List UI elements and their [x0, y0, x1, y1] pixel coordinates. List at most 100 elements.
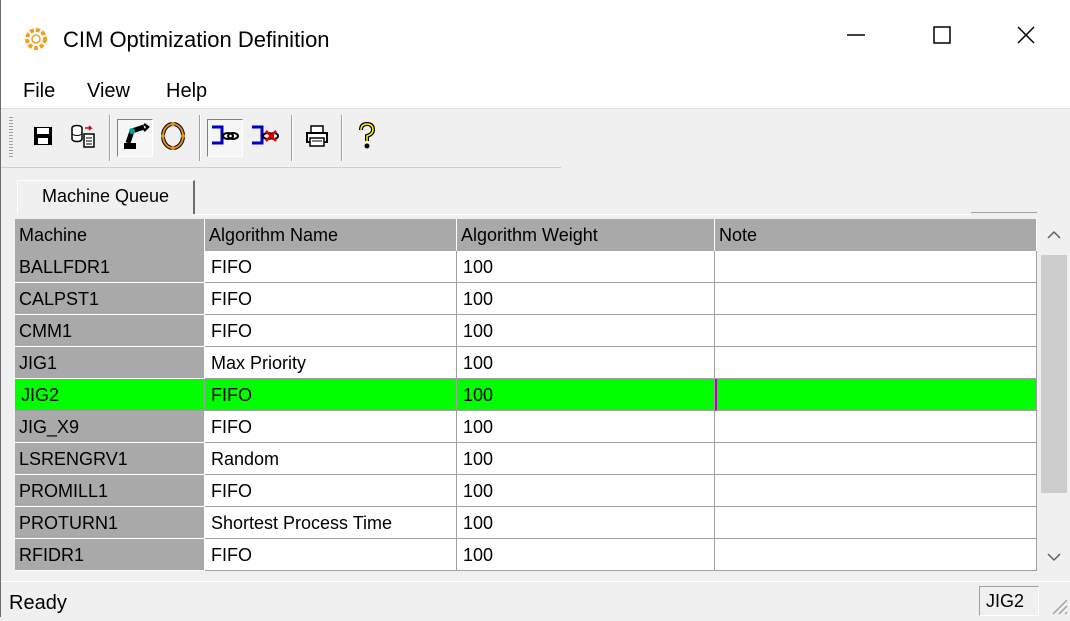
export-button[interactable] — [65, 119, 101, 157]
toolbar-separator — [109, 115, 111, 161]
help-icon — [357, 121, 377, 155]
cell-note[interactable] — [715, 539, 1037, 571]
cell-algorithm[interactable]: Random — [205, 443, 457, 475]
menu-file[interactable]: File — [23, 78, 55, 104]
cell-algorithm[interactable]: FIFO — [205, 411, 457, 443]
table-row[interactable]: RFIDR1 FIFO 100 — [15, 539, 1037, 571]
unlink-icon — [250, 123, 280, 154]
cell-weight[interactable]: 100 — [457, 347, 715, 379]
cell-weight[interactable]: 100 — [457, 539, 715, 571]
cell-note[interactable] — [715, 251, 1037, 283]
cell-algorithm[interactable]: FIFO — [205, 251, 457, 283]
cell-weight[interactable]: 100 — [457, 475, 715, 507]
cell-note[interactable] — [715, 443, 1037, 475]
cell-note[interactable] — [715, 379, 1037, 411]
tab-divider — [971, 212, 1037, 213]
table-row[interactable]: PROMILL1 FIFO 100 — [15, 475, 1037, 507]
cell-machine[interactable]: JIG1 — [15, 347, 205, 379]
machine-queue-grid[interactable]: Machine Algorithm Name Algorithm Weight … — [15, 219, 1037, 575]
print-icon — [305, 124, 329, 153]
cell-algorithm[interactable]: Shortest Process Time — [205, 507, 457, 539]
cell-algorithm[interactable]: FIFO — [205, 539, 457, 571]
status-selection-pane: JIG2 — [979, 586, 1039, 616]
cell-note[interactable] — [715, 347, 1037, 379]
table-row[interactable]: BALLFDR1 FIFO 100 — [15, 251, 1037, 283]
unlink-button[interactable] — [247, 119, 283, 157]
link-icon — [210, 123, 240, 154]
column-header-note[interactable]: Note — [715, 219, 1037, 251]
tab-machine-queue[interactable]: Machine Queue — [17, 180, 195, 214]
print-button[interactable] — [299, 119, 335, 157]
cell-note[interactable] — [715, 475, 1037, 507]
column-header-algorithm-name[interactable]: Algorithm Name — [205, 219, 457, 251]
cell-note[interactable] — [715, 411, 1037, 443]
cell-weight[interactable]: 100 — [457, 411, 715, 443]
table-row[interactable]: LSRENGRV1 Random 100 — [15, 443, 1037, 475]
toolbar-separator — [199, 115, 201, 161]
toolbar-separator — [341, 115, 343, 161]
cell-algorithm[interactable]: Max Priority — [205, 347, 457, 379]
resize-grip-icon[interactable] — [1047, 594, 1069, 616]
cell-weight[interactable]: 100 — [457, 283, 715, 315]
menu-bar: File View Help — [1, 72, 1070, 109]
cell-algorithm[interactable]: FIFO — [205, 379, 457, 411]
cell-weight[interactable]: 100 — [457, 379, 715, 411]
maximize-button[interactable] — [913, 12, 971, 62]
cell-machine[interactable]: CALPST1 — [15, 283, 205, 315]
cell-weight[interactable]: 100 — [457, 443, 715, 475]
table-row[interactable]: JIG_X9 FIFO 100 — [15, 411, 1037, 443]
cell-machine[interactable]: PROTURN1 — [15, 507, 205, 539]
menu-help[interactable]: Help — [166, 78, 207, 104]
vertical-scrollbar[interactable] — [1037, 219, 1070, 575]
save-button[interactable] — [25, 119, 61, 157]
cell-machine[interactable]: LSRENGRV1 — [15, 443, 205, 475]
table-row[interactable]: CMM1 FIFO 100 — [15, 315, 1037, 347]
cell-machine[interactable]: JIG2 — [15, 379, 205, 411]
cell-note[interactable] — [715, 283, 1037, 315]
menu-view[interactable]: View — [87, 78, 130, 104]
help-button[interactable] — [349, 119, 385, 157]
maximize-icon — [932, 25, 952, 50]
close-icon — [1016, 25, 1036, 50]
table-row-selected[interactable]: JIG2 FIFO 100 — [15, 379, 1037, 411]
status-bar: Ready JIG2 — [1, 581, 1070, 618]
scroll-up-button[interactable] — [1037, 219, 1070, 253]
cell-machine[interactable]: JIG_X9 — [15, 411, 205, 443]
cell-algorithm[interactable]: FIFO — [205, 475, 457, 507]
cell-weight[interactable]: 100 — [457, 251, 715, 283]
minimize-icon — [846, 25, 866, 50]
cell-machine[interactable]: PROMILL1 — [15, 475, 205, 507]
cell-machine[interactable]: RFIDR1 — [15, 539, 205, 571]
toolbar-grip[interactable] — [9, 117, 13, 159]
title-bar[interactable]: CIM Optimization Definition — [1, 0, 1070, 72]
robot-button[interactable] — [117, 119, 153, 157]
robot-arm-icon — [120, 121, 150, 156]
tab-strip: Machine Queue — [1, 168, 1070, 218]
cell-weight[interactable]: 100 — [457, 315, 715, 347]
ring-optimize-icon — [158, 121, 188, 156]
toolbar-separator — [291, 115, 293, 161]
status-text: Ready — [9, 592, 67, 614]
cell-machine[interactable]: CMM1 — [15, 315, 205, 347]
toolbar — [1, 109, 561, 168]
save-icon — [32, 125, 54, 152]
cell-note[interactable] — [715, 507, 1037, 539]
scroll-thumb[interactable] — [1041, 255, 1067, 493]
column-header-machine[interactable]: Machine — [15, 219, 205, 251]
optimize-button[interactable] — [155, 119, 191, 157]
table-row[interactable]: PROTURN1 Shortest Process Time 100 — [15, 507, 1037, 539]
cell-algorithm[interactable]: FIFO — [205, 315, 457, 347]
minimize-button[interactable] — [827, 12, 885, 62]
app-window: CIM Optimization Definition File View He… — [0, 0, 1070, 618]
table-row[interactable]: CALPST1 FIFO 100 — [15, 283, 1037, 315]
cell-machine[interactable]: BALLFDR1 — [15, 251, 205, 283]
cell-note[interactable] — [715, 315, 1037, 347]
column-header-algorithm-weight[interactable]: Algorithm Weight — [457, 219, 715, 251]
close-button[interactable] — [997, 12, 1055, 62]
table-row[interactable]: JIG1 Max Priority 100 — [15, 347, 1037, 379]
cell-algorithm[interactable]: FIFO — [205, 283, 457, 315]
scroll-down-button[interactable] — [1037, 541, 1070, 575]
cim-gear-icon — [24, 27, 48, 51]
link-button[interactable] — [207, 119, 243, 157]
cell-weight[interactable]: 100 — [457, 507, 715, 539]
